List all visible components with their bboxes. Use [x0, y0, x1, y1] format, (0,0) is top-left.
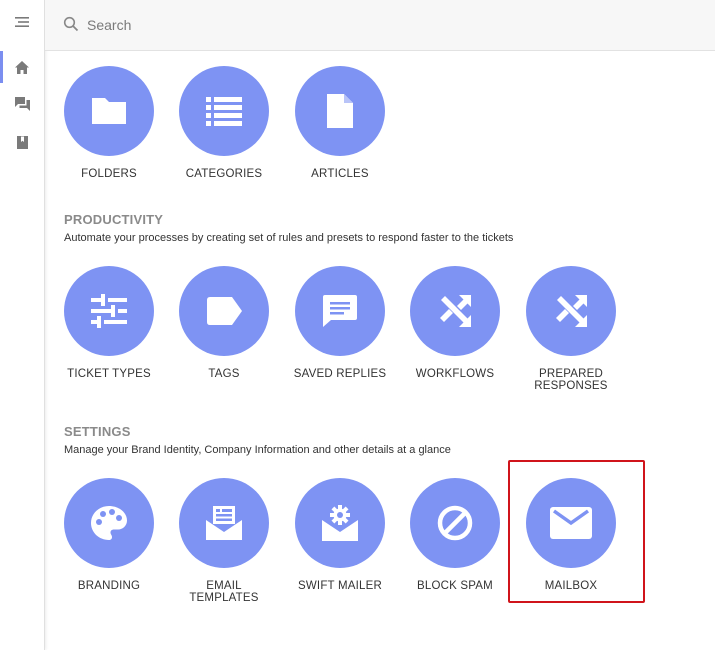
shuffle-icon [440, 295, 471, 327]
sidebar-item-tickets[interactable] [0, 88, 44, 120]
swift-mailer-circle[interactable] [295, 478, 385, 568]
categories-tile[interactable]: CATEGORIES [166, 66, 282, 180]
productivity-title: PRODUCTIVITY [64, 212, 164, 227]
ticket-types-circle[interactable] [64, 266, 154, 356]
saved-replies-circle[interactable] [295, 266, 385, 356]
block-spam-circle[interactable] [410, 478, 500, 568]
mailbox-circle[interactable] [526, 478, 616, 568]
email-template-icon [206, 506, 242, 540]
menu-icon [15, 17, 29, 27]
settings-title: SETTINGS [64, 424, 131, 439]
categories-label: CATEGORIES [185, 168, 263, 180]
sidebar-item-home[interactable] [0, 51, 44, 83]
articles-label: ARTICLES [311, 168, 369, 180]
mail-gear-icon [322, 505, 358, 541]
shuffle-icon [556, 295, 587, 327]
sliders-icon [91, 294, 127, 328]
top-bar [45, 0, 715, 51]
tags-tile[interactable]: TAGS [166, 266, 282, 380]
folders-label: FOLDERS [81, 168, 137, 180]
saved-replies-tile[interactable]: SAVED REPLIES [282, 266, 398, 380]
folders-tile[interactable]: FOLDERS [51, 66, 167, 180]
search-input[interactable] [85, 12, 489, 38]
prepared-responses-label: PREPARED RESPONSES [534, 368, 608, 392]
envelope-icon [550, 507, 592, 539]
sidebar [0, 0, 45, 650]
tags-label: TAGS [208, 368, 240, 380]
email-templates-label: EMAIL TEMPLATES [189, 580, 259, 604]
articles-circle[interactable] [295, 66, 385, 156]
chat-icon [14, 97, 30, 111]
sidebar-menu-button[interactable] [0, 6, 44, 38]
prepared-responses-tile[interactable]: PREPARED RESPONSES [513, 266, 629, 392]
branding-tile[interactable]: BRANDING [51, 478, 167, 592]
message-icon [323, 295, 357, 327]
search-icon [63, 16, 79, 32]
ticket-types-label: TICKET TYPES [67, 368, 151, 380]
home-icon [15, 60, 29, 74]
email-templates-tile[interactable]: EMAIL TEMPLATES [166, 478, 282, 604]
articles-tile[interactable]: ARTICLES [282, 66, 398, 180]
swift-mailer-tile[interactable]: SWIFT MAILER [282, 478, 398, 592]
tag-icon [207, 297, 242, 325]
main-panel: FOLDERS CATEGORIES ARTICLES PRODUCTIVITY… [45, 51, 715, 650]
tags-circle[interactable] [179, 266, 269, 356]
productivity-description: Automate your processes by creating set … [64, 232, 514, 244]
workflows-label: WORKFLOWS [415, 368, 495, 380]
list-icon [206, 97, 242, 126]
prepared-responses-circle[interactable] [526, 266, 616, 356]
saved-replies-label: SAVED REPLIES [293, 368, 387, 380]
branding-label: BRANDING [77, 580, 141, 592]
mailbox-tile[interactable]: MAILBOX [513, 478, 629, 592]
palette-icon [91, 506, 127, 540]
folders-circle[interactable] [64, 66, 154, 156]
swift-mailer-label: SWIFT MAILER [298, 580, 382, 592]
folder-icon [92, 98, 126, 124]
block-spam-tile[interactable]: BLOCK SPAM [397, 478, 513, 592]
settings-description: Manage your Brand Identity, Company Info… [64, 444, 451, 456]
ticket-types-tile[interactable]: TICKET TYPES [51, 266, 167, 380]
workflows-circle[interactable] [410, 266, 500, 356]
workflows-tile[interactable]: WORKFLOWS [397, 266, 513, 380]
block-icon [437, 505, 473, 541]
sidebar-item-knowledgebase[interactable] [0, 126, 44, 158]
branding-circle[interactable] [64, 478, 154, 568]
document-icon [327, 94, 353, 128]
categories-circle[interactable] [179, 66, 269, 156]
mailbox-label: MAILBOX [544, 580, 598, 592]
book-icon [16, 135, 28, 149]
email-templates-circle[interactable] [179, 478, 269, 568]
block-spam-label: BLOCK SPAM [417, 580, 493, 592]
